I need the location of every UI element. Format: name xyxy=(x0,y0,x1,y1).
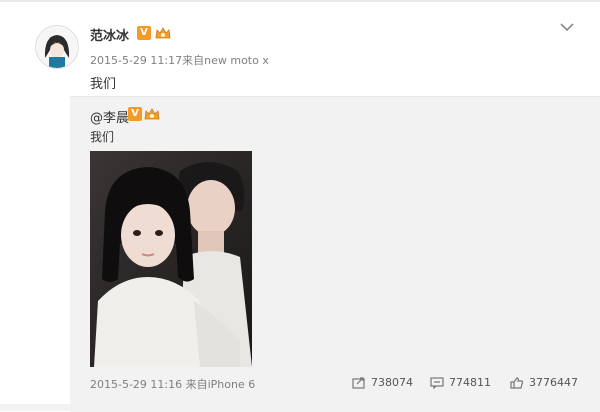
post-author-name[interactable]: 范冰冰 xyxy=(90,25,129,44)
avatar-illustration xyxy=(36,26,78,68)
retweet-meta: 2015-5-29 11:16 来自iPhone 6 xyxy=(90,378,256,391)
retweet-block: @李晨 V 我们 2015-5-29 11:16 来自iPhone 6 7380… xyxy=(70,96,600,412)
post-meta: 2015-5-29 11:17来自new moto x xyxy=(90,54,269,67)
retweet-author[interactable]: @李晨 xyxy=(90,107,129,126)
like-count: 3776447 xyxy=(529,376,578,389)
author-avatar[interactable] xyxy=(35,25,79,69)
chevron-down-icon[interactable] xyxy=(559,21,575,33)
share-count: 738074 xyxy=(371,376,413,389)
share-icon xyxy=(352,376,365,389)
like-icon xyxy=(510,376,524,389)
verified-badge-icon: V xyxy=(128,107,142,121)
share-button[interactable]: 738074 xyxy=(352,376,413,389)
comment-count: 774811 xyxy=(449,376,491,389)
like-button[interactable]: 3776447 xyxy=(510,376,578,389)
crown-badge-icon xyxy=(155,27,171,39)
post-text: 我们 xyxy=(90,77,117,92)
top-divider xyxy=(0,0,600,2)
selfie-photo xyxy=(90,151,252,367)
retweet-text: 我们 xyxy=(90,130,115,144)
crown-badge-icon xyxy=(144,108,160,120)
verified-badge-icon: V xyxy=(137,26,151,40)
footer-strip xyxy=(0,404,600,411)
comment-icon xyxy=(430,376,444,389)
retweet-photo[interactable] xyxy=(90,151,252,367)
comment-button[interactable]: 774811 xyxy=(430,376,491,389)
weibo-post-card: 范冰冰 V 2015-5-29 11:17来自new moto x 我们 @李晨… xyxy=(0,0,600,412)
